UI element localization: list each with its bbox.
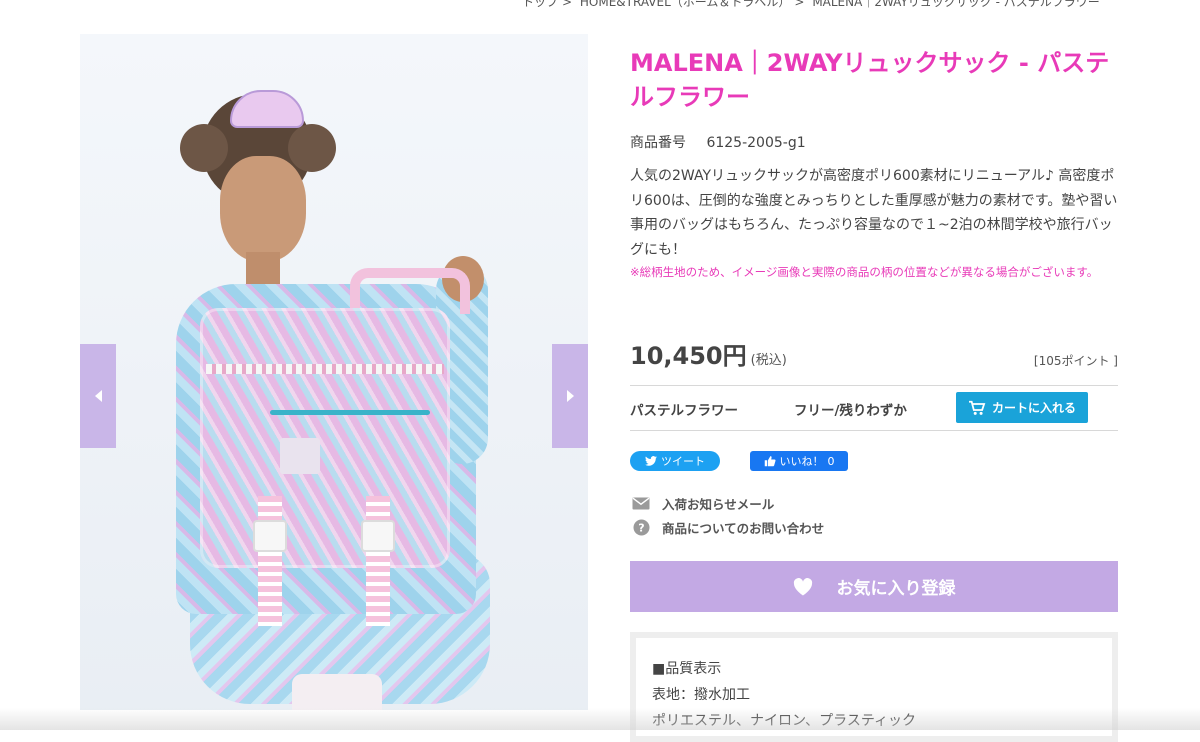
product-price: 10,450円 (税込) bbox=[630, 336, 787, 371]
product-note: ※総柄生地のため、イメージ画像と実際の商品の柄の位置などが異なる場合がございます… bbox=[630, 265, 1099, 279]
tweet-button[interactable]: ツイート bbox=[630, 451, 720, 471]
quality-line: 表地：撥水加工 bbox=[652, 687, 750, 703]
favorites-label: お気に入り登録 bbox=[836, 579, 956, 599]
photo-legs bbox=[292, 674, 382, 710]
photo-bag-belt bbox=[258, 496, 282, 626]
breadcrumb-item-top[interactable]: トップ bbox=[522, 0, 558, 9]
chevron-left-icon bbox=[94, 390, 102, 402]
add-to-favorites-button[interactable]: お気に入り登録 bbox=[630, 561, 1118, 612]
product-photo bbox=[80, 34, 588, 710]
product-title: MALENA｜2WAYリュックサック - パステルフラワー bbox=[630, 49, 1110, 111]
tweet-label: ツイート bbox=[661, 455, 705, 468]
restock-mail-label: 入荷お知らせメール bbox=[662, 497, 775, 512]
breadcrumb-separator: > bbox=[562, 0, 573, 9]
heart-icon bbox=[793, 577, 812, 595]
photo-bag-buckle bbox=[361, 520, 395, 552]
photo-curl bbox=[288, 124, 336, 172]
question-icon: ? bbox=[632, 519, 650, 536]
photo-bag-zipper bbox=[270, 410, 430, 415]
photo-bag-stripe bbox=[206, 364, 444, 374]
variant-stock: フリー/残りわずか bbox=[794, 403, 907, 419]
facebook-like-button[interactable]: いいね！ 0 bbox=[750, 451, 848, 471]
chevron-right-icon bbox=[566, 390, 574, 402]
variant-color: パステルフラワー bbox=[630, 403, 738, 419]
restock-mail-link[interactable]: 入荷お知らせメール bbox=[632, 494, 774, 513]
photo-bag-label bbox=[280, 438, 320, 474]
product-description: 人気の2WAYリュックサックが高密度ポリ600素材にリニューアル♪ 高密度ポリ6… bbox=[630, 168, 1118, 258]
photo-backpack bbox=[200, 308, 450, 568]
tax-label: (税込) bbox=[750, 353, 787, 368]
cart-icon bbox=[968, 400, 986, 415]
twitter-bird-icon bbox=[645, 456, 657, 466]
breadcrumb-separator: > bbox=[794, 0, 805, 9]
sku-value: 6125-2005-g1 bbox=[706, 135, 806, 151]
variant-row: パステルフラワー フリー/残りわずか カートに入れる bbox=[630, 385, 1118, 431]
quality-heading: ■品質表示 bbox=[652, 661, 722, 677]
photo-curl bbox=[180, 124, 228, 172]
bottom-fade bbox=[0, 708, 1200, 730]
photo-bag-belt bbox=[366, 496, 390, 626]
sku-label: 商品番号 bbox=[630, 135, 686, 151]
cart-button-label: カートに入れる bbox=[991, 401, 1076, 415]
breadcrumb: トップ > HOME&TRAVEL（ホーム＆トラベル） > MALENA｜2WAYリ… bbox=[522, 0, 1122, 10]
product-points: [105ポイント ] bbox=[1033, 354, 1118, 368]
thumbs-up-icon bbox=[764, 456, 776, 467]
photo-face bbox=[220, 156, 306, 262]
breadcrumb-item-category[interactable]: HOME&TRAVEL（ホーム＆トラベル） bbox=[580, 0, 791, 9]
like-label: いいね！ bbox=[779, 455, 824, 468]
photo-neck bbox=[246, 252, 280, 288]
breadcrumb-item-current: MALENA｜2WAYリュックサック - パステルフラワー bbox=[812, 0, 1100, 9]
price-value: 10,450円 bbox=[630, 342, 747, 370]
photo-tiara bbox=[230, 90, 304, 128]
product-inquiry-link[interactable]: ? 商品についてのお問い合わせ bbox=[632, 518, 824, 537]
like-count: 0 bbox=[827, 454, 835, 468]
slider-prev-button[interactable] bbox=[80, 344, 116, 448]
photo-bag-buckle bbox=[253, 520, 287, 552]
svg-text:?: ? bbox=[638, 522, 644, 535]
mail-icon bbox=[632, 496, 650, 512]
slider-next-button[interactable] bbox=[552, 344, 588, 448]
product-sku: 商品番号 6125-2005-g1 bbox=[630, 132, 806, 152]
inquiry-label: 商品についてのお問い合わせ bbox=[662, 521, 825, 536]
add-to-cart-button[interactable]: カートに入れる bbox=[956, 392, 1088, 423]
